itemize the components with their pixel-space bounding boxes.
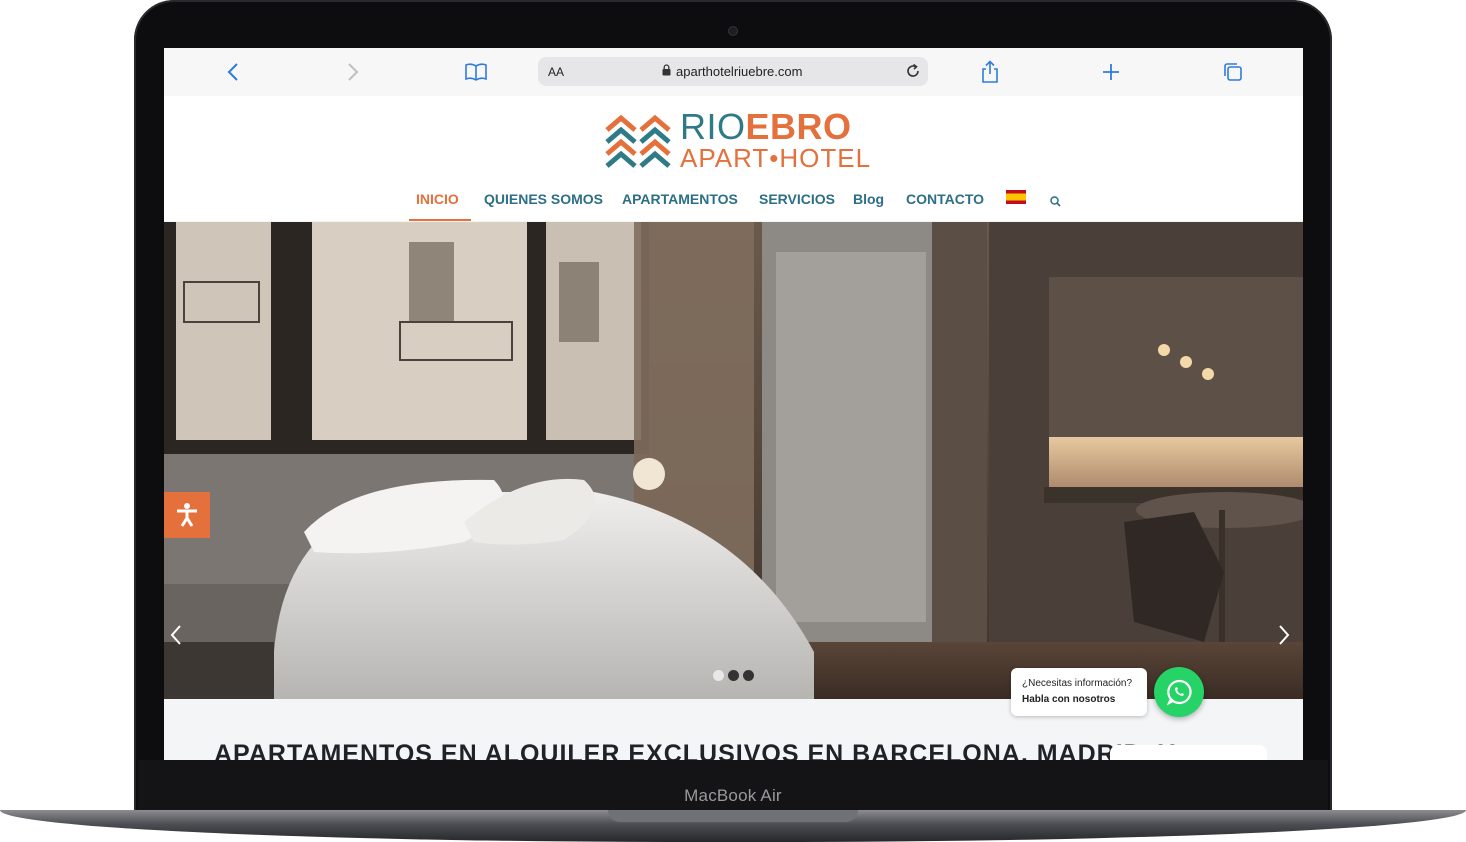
share-icon[interactable] bbox=[978, 60, 1002, 84]
section-title: APARTAMENTOS EN ALQUILER EXCLUSIVOS EN B… bbox=[214, 740, 1176, 760]
accessibility-button[interactable] bbox=[164, 492, 210, 538]
slider-prev-arrow[interactable] bbox=[170, 624, 182, 651]
spain-flag-icon[interactable] bbox=[1006, 190, 1026, 204]
whatsapp-icon bbox=[1166, 679, 1192, 706]
hero-slider[interactable] bbox=[164, 222, 1303, 699]
slider-next-arrow[interactable] bbox=[1278, 624, 1290, 651]
logo-title: RIOEBRO bbox=[680, 106, 852, 148]
back-icon[interactable] bbox=[221, 60, 245, 84]
main-nav: INICIO QUIENES SOMOS APARTAMENTOS SERVIC… bbox=[164, 176, 1303, 221]
nav-item-servicios[interactable]: SERVICIOS bbox=[759, 191, 835, 207]
whatsapp-cta: Habla con nosotros bbox=[1022, 694, 1116, 705]
address-bar[interactable]: AA aparthotelriuebre.com bbox=[538, 57, 928, 86]
site-logo[interactable]: RIOEBRO APART•HOTEL bbox=[604, 106, 870, 172]
laptop-notch bbox=[608, 810, 858, 822]
reload-icon[interactable] bbox=[904, 62, 922, 85]
screen: AA aparthotelriuebre.com RIOEBRO APART•H… bbox=[164, 48, 1303, 760]
laptop-model-label: MacBook Air bbox=[684, 786, 782, 805]
slider-dot-3[interactable] bbox=[743, 670, 754, 681]
active-nav-indicator bbox=[409, 219, 471, 221]
tabs-icon[interactable] bbox=[1221, 60, 1245, 84]
search-icon[interactable] bbox=[1050, 194, 1061, 212]
nav-item-inicio[interactable]: INICIO bbox=[416, 191, 459, 207]
logo-part-ebro: EBRO bbox=[745, 106, 852, 147]
slider-dots bbox=[713, 670, 754, 681]
logo-part-rio: RIO bbox=[680, 106, 746, 147]
nav-item-apartamentos[interactable]: APARTAMENTOS bbox=[622, 191, 738, 207]
browser-toolbar: AA aparthotelriuebre.com bbox=[164, 48, 1303, 97]
floating-card bbox=[1110, 745, 1267, 760]
whatsapp-button[interactable] bbox=[1154, 667, 1204, 717]
whatsapp-question: ¿Necesitas información? bbox=[1022, 678, 1133, 689]
logo-subtitle: APART•HOTEL bbox=[680, 143, 872, 173]
nav-item-blog[interactable]: Blog bbox=[853, 191, 884, 207]
hero-bedroom-image bbox=[164, 222, 1303, 699]
logo-chevrons-icon bbox=[605, 114, 671, 168]
whatsapp-bubble[interactable]: ¿Necesitas información? Habla con nosotr… bbox=[1011, 668, 1147, 716]
bookmarks-icon[interactable] bbox=[464, 60, 488, 84]
slider-dot-2[interactable] bbox=[728, 670, 739, 681]
reader-button[interactable]: AA bbox=[548, 65, 564, 79]
slider-dot-1[interactable] bbox=[713, 670, 724, 681]
accessibility-icon bbox=[177, 503, 197, 527]
lock-icon bbox=[662, 64, 671, 79]
site-header: RIOEBRO APART•HOTEL bbox=[164, 96, 1303, 177]
forward-icon[interactable] bbox=[341, 60, 365, 84]
new-tab-icon[interactable] bbox=[1099, 60, 1123, 84]
nav-item-contacto[interactable]: CONTACTO bbox=[906, 191, 984, 207]
webcam bbox=[729, 27, 737, 35]
nav-item-quienes-somos[interactable]: QUIENES SOMOS bbox=[484, 191, 603, 207]
url-text: aparthotelriuebre.com bbox=[676, 64, 803, 79]
